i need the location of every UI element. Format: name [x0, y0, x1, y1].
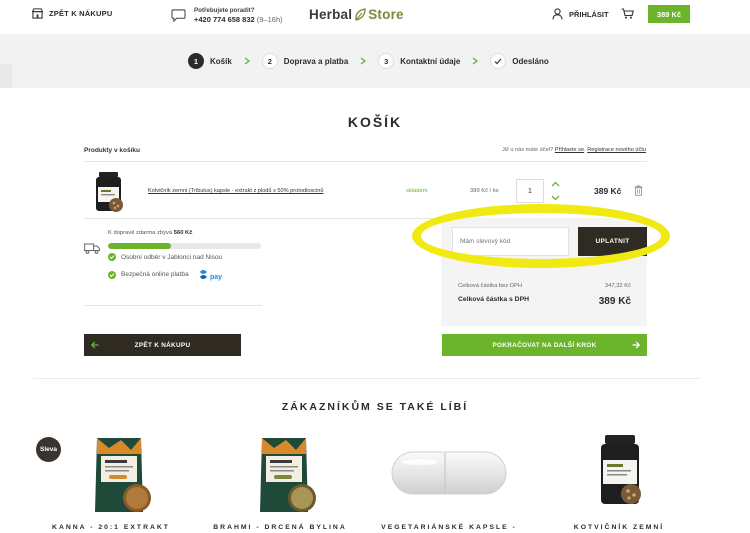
register-link[interactable]: Registrace nového účtu: [587, 147, 646, 153]
left-edge-decoration: [0, 64, 12, 88]
login-label: PŘIHLÁSIT: [569, 9, 609, 19]
account-note: Již u nás máte účet? Přihlaste se. Regis…: [502, 147, 646, 153]
cart-total-badge[interactable]: 389 Kč: [648, 5, 690, 23]
checkout-steps: 1 Košík 2 Doprava a platba 3 Kontaktní ú…: [188, 53, 549, 69]
divider: [84, 305, 262, 306]
total-with-vat-value: 389 Kč: [598, 296, 631, 307]
step-separator: [232, 57, 262, 65]
account-separator: .: [584, 147, 586, 153]
chevron-right-icon: [360, 57, 367, 65]
product-name-link[interactable]: Kotvičník zemní (Tribulus) kapsle - extr…: [148, 188, 323, 194]
gopay-icon: pay: [199, 270, 222, 281]
user-icon: [552, 8, 563, 20]
step-separator: [348, 57, 378, 65]
phone-hours: (9–16h): [256, 15, 283, 24]
coupon-input[interactable]: [452, 227, 569, 256]
free-shipping-label: K dopravě zdarma zbývá: [108, 230, 173, 236]
gopay-logo: pay: [198, 268, 226, 281]
checkout-steps-bar: 1 Košík 2 Doprava a platba 3 Kontaktní ú…: [0, 34, 750, 88]
header: ZPĚT K NÁKUPU Potřebujete poradit? +420 …: [0, 0, 750, 34]
continue-button[interactable]: POKRAČOVAT NA DALŠÍ KROK: [442, 334, 647, 356]
help-question: Potřebujete poradit?: [194, 7, 255, 14]
total-without-vat-label: Celková částka bez DPH: [458, 283, 523, 289]
step-cart[interactable]: 1 Košík: [188, 53, 232, 69]
products-heading: Produkty v košíku: [84, 147, 140, 154]
benefit-label: Osobní odběr v Jablonci nad Nisou: [121, 253, 223, 261]
chat-icon: [171, 8, 186, 22]
step-number: 3: [378, 53, 395, 69]
total-without-vat-value: 347,32 Kč: [604, 283, 631, 289]
quantity-input[interactable]: 1: [516, 179, 544, 203]
cart-icon[interactable]: [621, 8, 634, 19]
recommended-product-name[interactable]: BRAHMI - DRCENÁ BYLINA: [195, 524, 365, 531]
step-label: Košík: [210, 56, 232, 66]
free-shipping-text: K dopravě zdarma zbývá 560 Kč: [108, 230, 192, 236]
login-inline-link[interactable]: Přihlaste se: [555, 147, 584, 153]
stock-status: skladem: [406, 188, 428, 194]
progress-fill: [108, 243, 171, 249]
step-label: Doprava a platba: [283, 56, 349, 66]
account-question: Již u nás máte účet?: [501, 147, 554, 153]
step-shipping-payment[interactable]: 2 Doprava a platba: [261, 53, 349, 69]
product-image-kanna[interactable]: [91, 434, 155, 514]
truck-icon: [84, 243, 100, 254]
logo-text-store: Store: [368, 7, 404, 22]
phone-number: +420 774 658 832: [194, 15, 255, 24]
benefit-label: Bezpečná online platba: [121, 271, 189, 278]
unit-price: 389 Kč / ks: [470, 188, 499, 194]
quantity-decrease-icon[interactable]: [551, 195, 560, 201]
back-to-shop-button[interactable]: ZPĚT K NÁKUPU: [84, 334, 241, 356]
benefit-payment: Bezpečná online platba pay: [108, 268, 226, 281]
total-without-vat: Celková částka bez DPH 347,32 Kč: [458, 283, 631, 289]
step-separator: [460, 57, 490, 65]
step-sent[interactable]: Odesláno: [490, 53, 549, 69]
continue-button-label: POKRAČOVAT NA DALŠÍ KROK: [492, 341, 597, 349]
phone-number-line: +420 774 658 832 (9–16h): [194, 15, 283, 24]
product-image-brahmi[interactable]: [256, 434, 320, 514]
arrow-right-icon: [632, 341, 640, 349]
back-button-label: ZPĚT K NÁKUPU: [134, 341, 191, 349]
product-image[interactable]: [93, 171, 124, 213]
divider: [33, 378, 701, 379]
divider: [84, 161, 647, 162]
login-link[interactable]: PŘIHLÁSIT: [552, 8, 609, 20]
recommended-product-name[interactable]: KOTVIČNÍK ZEMNÍ: [534, 524, 704, 531]
quantity-increase-icon[interactable]: [551, 181, 560, 187]
free-shipping-progress: [108, 243, 261, 249]
step-number: 1: [188, 53, 204, 69]
step-number: 2: [261, 53, 278, 69]
product-image-tribulus[interactable]: [597, 434, 643, 508]
logo-text-herbal: Herbal: [309, 7, 353, 22]
step-check: [490, 53, 507, 69]
leaf-icon: [355, 8, 366, 21]
store-icon: [32, 8, 43, 19]
gopay-label: pay: [210, 274, 222, 281]
product-image-capsules[interactable]: [390, 448, 508, 498]
recommended-product-name[interactable]: KANNA - 20:1 EXTRAKT: [26, 524, 196, 531]
chevron-right-icon: [472, 57, 479, 65]
recommendations-title: ZÁKAZNÍKŮM SE TAKÉ LÍBÍ: [281, 401, 469, 413]
check-circle-icon: [108, 270, 116, 279]
trash-icon[interactable]: [634, 185, 643, 196]
sale-badge: Sleva: [36, 437, 61, 462]
check-icon: [494, 58, 502, 64]
total-with-vat: Celková částka s DPH 389 Kč: [458, 296, 631, 307]
herbal-store-logo[interactable]: Herbal Store: [309, 7, 404, 22]
row-total-price: 389 Kč: [594, 186, 622, 196]
chevron-right-icon: [244, 57, 250, 65]
step-label: Kontaktní údaje: [400, 56, 461, 66]
recommended-product-name[interactable]: VEGETARIÁNSKÉ KAPSLE -: [364, 524, 534, 531]
back-to-shop-label: ZPĚT K NÁKUPU: [49, 9, 113, 18]
free-shipping-remaining: 560 Kč: [173, 230, 193, 236]
total-with-vat-label: Celková částka s DPH: [458, 296, 530, 303]
step-contact[interactable]: 3 Kontaktní údaje: [378, 53, 460, 69]
back-to-shop-link[interactable]: ZPĚT K NÁKUPU: [32, 8, 112, 19]
check-circle-icon: [108, 253, 116, 261]
benefit-pickup: Osobní odběr v Jablonci nad Nisou: [108, 253, 222, 261]
page-title: KOŠÍK: [347, 114, 403, 130]
phone-contact[interactable]: Potřebujete poradit? +420 774 658 832 (9…: [171, 6, 283, 24]
apply-coupon-button[interactable]: UPLATNIT: [578, 227, 647, 256]
arrow-left-icon: [91, 341, 99, 349]
step-label: Odesláno: [512, 56, 549, 66]
